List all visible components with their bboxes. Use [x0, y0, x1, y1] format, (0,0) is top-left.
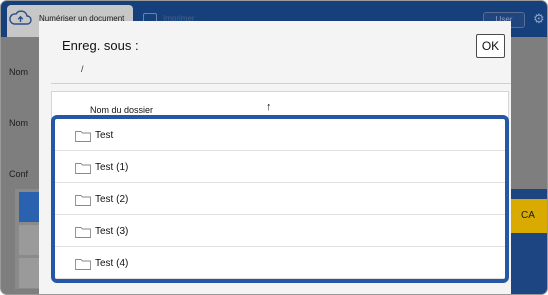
folder-list[interactable]: Test Test (1) Test (2) Test (3) Test (4) [51, 115, 509, 283]
gear-icon[interactable]: ⚙ [533, 11, 545, 27]
folder-name: Test (3) [95, 226, 129, 237]
sort-ascending-icon[interactable]: ↑ [266, 101, 272, 113]
folder-name: Test (2) [95, 194, 129, 205]
field-label-config: Conf [9, 169, 29, 179]
folder-icon [75, 163, 91, 174]
folder-row[interactable]: Test (1) [55, 151, 505, 183]
folder-icon [75, 259, 91, 270]
folder-name: Test (4) [95, 258, 129, 269]
current-path: / [81, 64, 84, 74]
dialog-title: Enreg. sous : [62, 38, 139, 53]
folder-name: Test (1) [95, 162, 129, 173]
ok-button[interactable]: OK [476, 34, 505, 58]
folder-icon [75, 227, 91, 238]
screen-frame: Numériser un document Imprimer User ⚙ No… [0, 0, 548, 295]
field-label-name-2: Nom [9, 118, 29, 128]
ca-button[interactable]: CA [507, 199, 547, 233]
folder-row[interactable]: Test (2) [55, 183, 505, 215]
folder-icon [75, 195, 91, 206]
folder-row[interactable]: Test (3) [55, 215, 505, 247]
divider [51, 83, 511, 84]
folder-name: Test [95, 130, 114, 141]
folder-row[interactable]: Test (4) [55, 247, 505, 279]
cloud-icon [9, 10, 32, 25]
save-as-dialog: Enreg. sous : OK / Nom du dossier ↑ Test… [39, 21, 511, 294]
folder-row[interactable]: Test [55, 119, 505, 151]
field-label-name: Nom [9, 67, 29, 77]
folder-icon [75, 131, 91, 142]
column-header-folder-name[interactable]: Nom du dossier [90, 105, 153, 115]
